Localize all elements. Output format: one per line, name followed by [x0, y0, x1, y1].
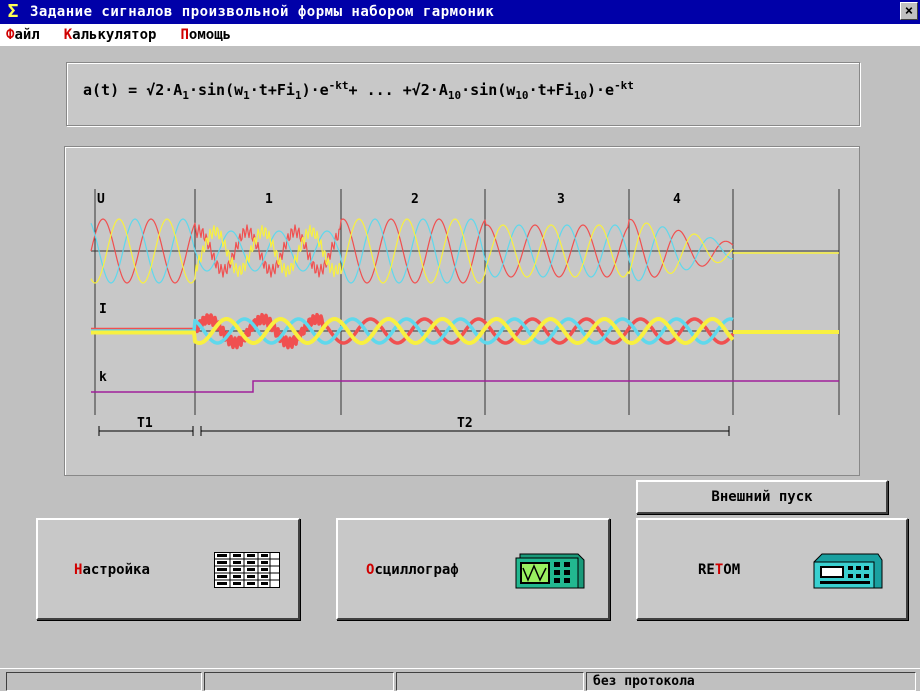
i-label: I [99, 302, 107, 317]
status-cell-1 [6, 672, 202, 691]
menu-calculator[interactable]: Калькулятор [58, 27, 163, 43]
formula-part: ·t+Fi [528, 81, 574, 99]
retom-label-post: OM [723, 562, 741, 578]
formula-part: ·sin(w [188, 81, 244, 99]
k-label: k [99, 370, 107, 385]
status-bar: без протокола [0, 668, 920, 691]
menu-help-hotkey: П [180, 27, 189, 43]
retom-device-icon [813, 553, 883, 589]
formula-sub: 1 [294, 89, 302, 102]
segment-label-2: 2 [411, 192, 419, 207]
segment-label-3: 3 [557, 192, 565, 207]
retom-button[interactable]: RETOM [636, 518, 908, 620]
segment-label-1: 1 [265, 192, 273, 207]
formula: a(t) = √2·A1·sin(w1·t+Fi1)·e-kt+ ... +√2… [83, 79, 634, 102]
formula-sub: 10 [573, 89, 587, 102]
title-bar: Σ Задание сигналов произвольной формы на… [0, 0, 920, 24]
close-button[interactable]: × [900, 2, 918, 20]
oscilloscope-icon [515, 553, 585, 589]
signal-graph-panel: U 1 2 3 4 I k T1 T2 [64, 146, 860, 476]
external-start-button[interactable]: Внешний пуск [636, 480, 888, 514]
menu-bar: Файл Калькулятор Помощь [0, 24, 920, 46]
formula-sub: 1 [243, 89, 250, 102]
formula-sub: 10 [447, 89, 462, 102]
app-icon[interactable]: Σ [2, 1, 24, 23]
formula-panel: a(t) = √2·A1·sin(w1·t+Fi1)·e-kt+ ... +√2… [66, 62, 860, 126]
formula-sub: 10 [515, 89, 529, 102]
formula-exp: -kt [614, 79, 634, 92]
status-protocol: без протокола [586, 672, 916, 691]
retom-label-pre: RE [698, 562, 715, 578]
formula-part: a(t) = √2·A [83, 81, 183, 99]
formula-part: ·sin(w [461, 81, 516, 99]
signal-graph: U 1 2 3 4 I k T1 T2 [90, 189, 840, 436]
menu-calculator-hotkey: К [63, 27, 73, 43]
status-cell-3 [396, 672, 584, 691]
table-icon [214, 552, 280, 588]
menu-calculator-label: алькулятор [72, 27, 157, 43]
setup-label-text: астройка [82, 562, 150, 578]
menu-help-label: омощь [188, 27, 232, 43]
t1-label: T1 [137, 416, 153, 431]
formula-part: + ... +√2·A [348, 81, 448, 99]
u-label: U [97, 192, 105, 207]
formula-exp: -kt [328, 79, 349, 92]
formula-sub: 1 [182, 89, 189, 102]
t2-label: T2 [457, 416, 473, 431]
external-start-label: Внешний пуск [711, 489, 813, 505]
k-step-line [91, 380, 839, 393]
setup-button[interactable]: Настройка [36, 518, 300, 620]
oscillograph-button[interactable]: Осциллограф [336, 518, 610, 620]
oscillograph-label: Осциллограф [366, 562, 459, 578]
oscillograph-label-text: сциллограф [374, 562, 459, 578]
formula-part: )·e [586, 81, 615, 99]
menu-file[interactable]: Файл [0, 27, 46, 43]
formula-part: )·e [301, 81, 329, 99]
status-cell-2 [204, 672, 394, 691]
menu-file-label: айл [14, 27, 40, 43]
waveforms [90, 189, 840, 436]
segment-label-4: 4 [673, 192, 681, 207]
setup-label: Настройка [74, 562, 150, 578]
menu-help[interactable]: Помощь [174, 27, 237, 43]
formula-part: ·t+Fi [249, 81, 295, 99]
retom-label: RETOM [698, 562, 740, 578]
window-title: Задание сигналов произвольной формы набо… [30, 4, 495, 20]
